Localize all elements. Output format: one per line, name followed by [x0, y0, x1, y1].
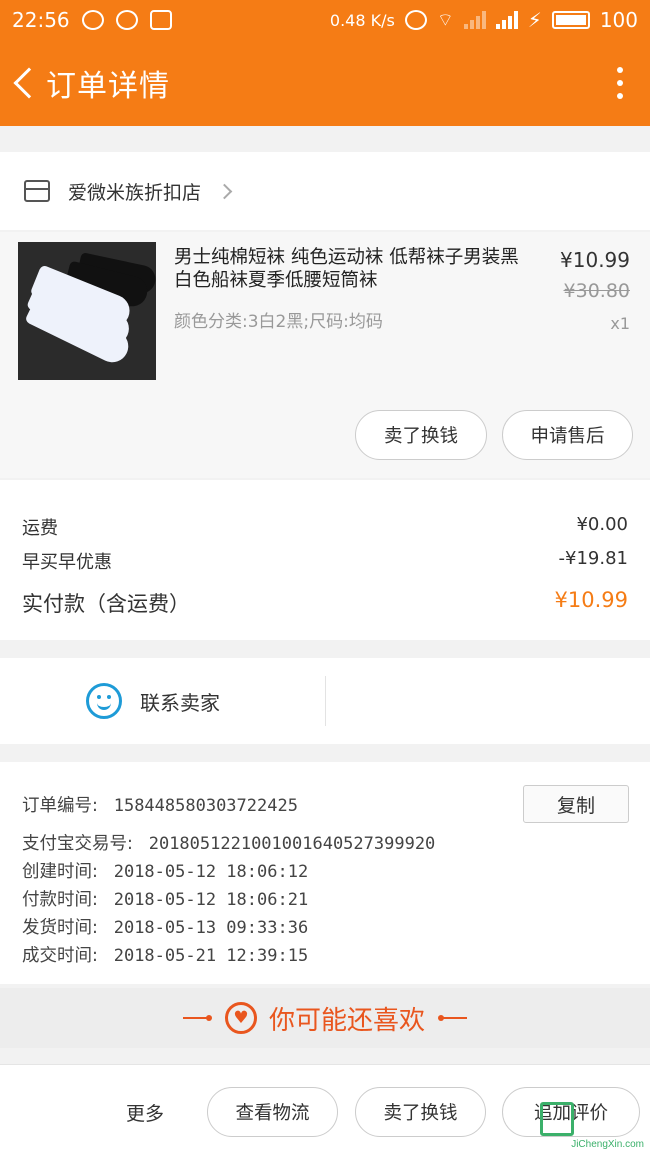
- after-sale-button[interactable]: 申请售后: [502, 410, 633, 460]
- total-value: ¥10.99: [554, 588, 628, 612]
- alipay-label: 支付宝交易号:: [22, 834, 133, 854]
- watermark-url: JiChengXin.com: [571, 1139, 644, 1150]
- contact-seller-label: 联系卖家: [140, 690, 220, 715]
- recommend-header: ♥ 你可能还喜欢: [0, 988, 650, 1048]
- created-label: 创建时间:: [22, 862, 98, 882]
- alipay-number: 2018051221001001640527399920: [138, 834, 436, 854]
- signal-icon-sim2: [463, 11, 486, 29]
- divider-right: [438, 1015, 467, 1021]
- product-thumbnail[interactable]: [18, 242, 156, 380]
- paid-label: 付款时间:: [22, 890, 98, 910]
- paid-row: 付款时间: 2018-05-12 18:06:21: [22, 886, 308, 911]
- wifi-icon: ⌔: [436, 9, 454, 31]
- battery-icon: [551, 11, 590, 29]
- product-item[interactable]: 男士纯棉短袜 纯色运动袜 低帮袜子男装黑白色船袜夏季低腰短筒袜 颜色分类:3白2…: [0, 232, 650, 478]
- order-number: 158448580303722425: [103, 796, 298, 816]
- shop-name: 爱微米族折扣店: [68, 181, 202, 204]
- sell-button[interactable]: 卖了换钱: [355, 410, 487, 460]
- order-number-label: 订单编号:: [22, 796, 98, 816]
- more-menu-button[interactable]: [590, 40, 650, 126]
- chevron-right-icon: [216, 183, 233, 199]
- view-logistics-button[interactable]: 查看物流: [207, 1087, 338, 1137]
- heart-icon: ♥: [224, 1002, 257, 1034]
- total-label: 实付款（含运费）: [22, 592, 190, 616]
- store-icon: [24, 180, 50, 202]
- divider-left: [182, 1015, 212, 1021]
- contact-section: 联系卖家: [0, 658, 650, 744]
- created-row: 创建时间: 2018-05-12 18:06:12: [22, 858, 308, 883]
- qq-icon: [81, 10, 104, 30]
- discount-value: -¥19.81: [558, 548, 628, 569]
- signal-icon-sim1: [495, 11, 518, 29]
- more-button[interactable]: 更多: [126, 1099, 164, 1126]
- completed-row: 成交时间: 2018-05-21 12:39:15: [22, 942, 308, 967]
- alarm-icon: [404, 10, 427, 30]
- watermark-logo-icon: [540, 1102, 574, 1136]
- shipped-time: 2018-05-13 09:33:36: [103, 918, 309, 938]
- shipping-label: 运费: [22, 518, 58, 539]
- battery-level: 100: [599, 8, 638, 32]
- discount-label: 早买早优惠: [22, 552, 112, 573]
- copy-button[interactable]: 复制: [523, 785, 629, 823]
- shipping-row: 运费 ¥0.00: [22, 514, 628, 540]
- app-header: 订单详情: [0, 40, 650, 126]
- charging-icon: ⚡: [527, 8, 542, 32]
- chat-smile-icon: [86, 683, 122, 719]
- chat-icon: [115, 10, 138, 30]
- picture-icon: [149, 10, 172, 30]
- sell-button-bottom[interactable]: 卖了换钱: [355, 1087, 486, 1137]
- discount-row: 早买早优惠 -¥19.81: [22, 548, 628, 574]
- product-price: ¥10.99: [560, 248, 630, 272]
- fee-summary: 运费 ¥0.00 早买早优惠 -¥19.81 实付款（含运费） ¥10.99: [0, 480, 650, 640]
- shipped-row: 发货时间: 2018-05-13 09:33:36: [22, 914, 308, 939]
- chevron-left-icon: [13, 67, 45, 99]
- completed-label: 成交时间:: [22, 946, 98, 966]
- network-speed: 0.48 K/s: [329, 10, 395, 30]
- status-bar: 22:56 0.48 K/s ⌔ ⚡ 100: [0, 0, 650, 40]
- product-sku: 颜色分类:3白2黑;尺码:均码: [174, 312, 383, 332]
- created-time: 2018-05-12 18:06:12: [103, 862, 309, 882]
- watermark: JiChengXin.com: [526, 1102, 646, 1152]
- shipped-label: 发货时间:: [22, 918, 98, 938]
- product-name: 男士纯棉短袜 纯色运动袜 低帮袜子男装黑白色船袜夏季低腰短筒袜: [174, 247, 519, 291]
- product-quantity: x1: [610, 314, 630, 333]
- page-title: 订单详情: [46, 69, 170, 104]
- paid-time: 2018-05-12 18:06:21: [103, 890, 309, 910]
- shipping-value: ¥0.00: [576, 514, 628, 535]
- order-info: 订单编号: 158448580303722425 复制 支付宝交易号: 2018…: [0, 762, 650, 984]
- status-time: 22:56: [12, 8, 70, 32]
- alipay-row: 支付宝交易号: 2018051221001001640527399920: [22, 830, 435, 855]
- back-button[interactable]: [0, 40, 46, 126]
- completed-time: 2018-05-21 12:39:15: [103, 946, 309, 966]
- product-original-price: ¥30.80: [563, 280, 630, 302]
- order-number-row: 订单编号: 158448580303722425: [22, 792, 298, 817]
- recommend-title: 你可能还喜欢: [268, 1005, 425, 1036]
- contact-seller-button[interactable]: 联系卖家: [86, 683, 220, 719]
- divider: [325, 676, 326, 726]
- total-row: 实付款（含运费） ¥10.99: [22, 588, 628, 618]
- shop-row[interactable]: 爱微米族折扣店: [0, 152, 650, 230]
